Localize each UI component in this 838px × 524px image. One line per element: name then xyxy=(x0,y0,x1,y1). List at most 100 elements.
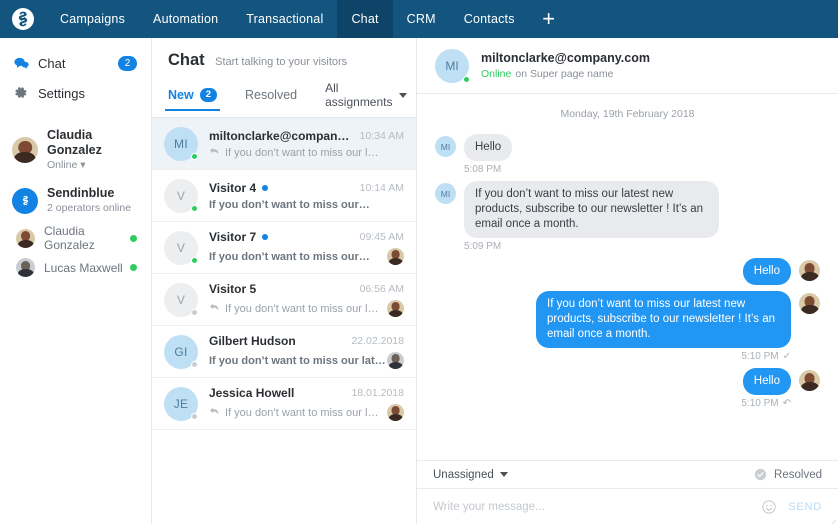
message-bubble: If you don’t want to miss our latest new… xyxy=(536,291,791,348)
online-dot xyxy=(130,234,137,242)
mark-resolved-label: Resolved xyxy=(774,468,822,481)
online-dot xyxy=(463,75,470,83)
chat-header-text: miltonclarke@company.com Online on Super… xyxy=(481,51,650,80)
conversation-item-time: 22.02.2018 xyxy=(351,335,404,347)
conversation-item-name: Gilbert Hudson xyxy=(209,334,296,348)
tab-resolved[interactable]: Resolved xyxy=(245,88,297,110)
unread-dot xyxy=(262,234,269,240)
avatar: V xyxy=(164,178,198,213)
message-time-label: 5:10 PM xyxy=(741,398,779,409)
page-title: Chat xyxy=(168,51,205,69)
conversation-list-item[interactable]: MI miltonclarke@company.com 10:34 AM If you… xyxy=(152,118,416,170)
conversation-item-preview: If you don’t want to miss our l… xyxy=(225,146,379,159)
message-column: If you don’t want to miss our latest new… xyxy=(536,291,791,362)
message-items: MI Hello 5:08 PM MI If you don’t want to mis… xyxy=(435,134,820,409)
avatar-initials: V xyxy=(176,188,186,203)
conversation-item-time: 09:45 AM xyxy=(359,231,404,243)
smiley-icon[interactable] xyxy=(762,499,776,514)
avatar-initials: GI xyxy=(174,344,188,359)
message-avatar xyxy=(799,370,820,391)
conversation-item-bottom: If you don’t want to miss our l… xyxy=(209,404,404,421)
sidebar-account-status[interactable]: Online ▾ xyxy=(47,158,137,172)
gear-icon xyxy=(14,86,38,100)
last-sender-avatar xyxy=(387,404,404,421)
message-out: Hello xyxy=(435,258,820,285)
chat-unread-badge: 2 xyxy=(118,55,137,71)
conversation-item-name: Visitor 4 xyxy=(209,180,257,195)
conversation-item-top: Visitor 7 09:45 AM xyxy=(209,230,404,244)
date-separator: Monday, 19th February 2018 xyxy=(560,108,695,120)
send-button[interactable]: SEND xyxy=(788,501,822,513)
nav-item-automation[interactable]: Automation xyxy=(139,0,232,38)
conversation-item-bottom: If you don’t want to miss our… xyxy=(209,248,404,265)
check-circle-icon xyxy=(754,468,767,481)
online-dot xyxy=(32,156,38,163)
mark-resolved-button[interactable]: Resolved xyxy=(754,468,822,481)
conversation-item-time: 06:56 AM xyxy=(359,283,404,295)
conversation-item-time: 18.01.2018 xyxy=(351,387,404,399)
sendinblue-logo[interactable] xyxy=(0,0,46,38)
message-timestamp: 5:10 PM ✓ xyxy=(536,351,791,362)
main-body: Chat 2 Settings Claudia Gonzalez Online … xyxy=(0,38,838,524)
chat-header-status-label: Online xyxy=(481,68,512,80)
tab-resolved-label: Resolved xyxy=(245,88,298,102)
conversation-item-body: Visitor 7 09:45 AM If you don’t want to mi… xyxy=(209,230,404,265)
conversation-list-item[interactable]: V Visitor 5 06:56 AM If you don’t want to m… xyxy=(152,274,416,326)
conversation-item-name: Visitor 5 xyxy=(209,282,257,296)
conversation-item-bottom: If you don’t want to miss our l… xyxy=(209,147,404,159)
nav-item-transactional[interactable]: Transactional xyxy=(232,0,337,38)
sendinblue-brand-icon xyxy=(12,187,38,214)
conversation-item-name: Jessica Howell xyxy=(209,386,295,400)
message-column: Hello xyxy=(742,258,791,285)
operator-row[interactable]: Claudia Gonzalez xyxy=(0,221,151,255)
message-bubble: Hello xyxy=(464,134,513,161)
operator-row[interactable]: Lucas Maxwell xyxy=(0,255,151,280)
nav-item-contacts[interactable]: Contacts xyxy=(450,0,529,38)
conversation-item-preview: If you don’t want to miss our… xyxy=(209,250,370,263)
nav-item-chat[interactable]: Chat xyxy=(337,0,393,38)
conversation-item-body: Jessica Howell 18.01.2018 If you don’t wan… xyxy=(209,386,404,421)
message-out: Hello 5:10 PM ↶ xyxy=(435,368,820,409)
assignee-dropdown[interactable]: Unassigned xyxy=(433,469,508,481)
conversation-list-item[interactable]: V Visitor 7 09:45 AM If you don’t want to m… xyxy=(152,222,416,274)
nav-item-crm[interactable]: CRM xyxy=(393,0,450,38)
conversation-item-top: miltonclarke@company.com 10:34 AM xyxy=(209,129,404,143)
assignment-filter-dropdown[interactable]: All assignments xyxy=(325,81,407,117)
message-time-label: 5:10 PM xyxy=(741,351,779,362)
avatar-initials: V xyxy=(176,292,186,307)
chat-header-status: Online on Super page name xyxy=(481,68,650,80)
message-input[interactable] xyxy=(433,500,763,513)
sidebar-item-chat[interactable]: Chat 2 xyxy=(0,48,151,78)
resize-grip-icon[interactable] xyxy=(828,515,837,524)
conversation-list-item[interactable]: JE Jessica Howell 18.01.2018 If you don’t w… xyxy=(152,378,416,430)
conversation-item-preview: If you don’t want to miss our l… xyxy=(225,302,379,315)
sidebar-brand-text: Sendinblue 2 operators online xyxy=(47,186,131,215)
conversation-item-body: Gilbert Hudson 22.02.2018 If you don’t wan… xyxy=(209,334,404,369)
operator-name: Lucas Maxwell xyxy=(44,260,123,275)
presence-dot xyxy=(191,256,198,264)
sidebar-item-settings[interactable]: Settings xyxy=(0,78,151,108)
message-in: MI Hello 5:08 PM xyxy=(435,134,820,175)
avatar-initials: MI xyxy=(174,136,188,151)
message-in: MI If you don’t want to miss our latest n… xyxy=(435,181,820,252)
sidebar-account[interactable]: Claudia Gonzalez Online ▾ xyxy=(0,122,151,178)
avatar xyxy=(12,137,38,163)
conversation-list-item[interactable]: V Visitor 4 10:14 AM If you don’t want to m… xyxy=(152,170,416,222)
add-new-icon[interactable]: + xyxy=(529,0,569,38)
tab-new[interactable]: New 2 xyxy=(165,88,220,111)
conversation-item-top: Visitor 4 10:14 AM xyxy=(209,181,404,195)
operator-name: Claudia Gonzalez xyxy=(44,224,95,252)
avatar: GI xyxy=(164,334,198,369)
nav-item-campaigns[interactable]: Campaigns xyxy=(46,0,139,38)
sidebar-account-status-label: Online xyxy=(47,159,78,171)
last-sender-avatar xyxy=(387,352,404,369)
avatar: JE xyxy=(164,386,198,421)
chat-header: MI miltonclarke@company.com Online on Su… xyxy=(417,38,838,94)
chat-header-initials: MI xyxy=(445,58,459,73)
conversation-list-item[interactable]: GI Gilbert Hudson 22.02.2018 If you don’t w… xyxy=(152,326,416,378)
tab-new-badge: 2 xyxy=(199,88,217,102)
message-thread: Monday, 19th February 2018 MI Hello 5:08 P… xyxy=(417,94,838,460)
presence-dot xyxy=(191,204,198,212)
page-subtitle: Start talking to your visitors xyxy=(215,56,348,68)
avatar xyxy=(16,258,35,277)
